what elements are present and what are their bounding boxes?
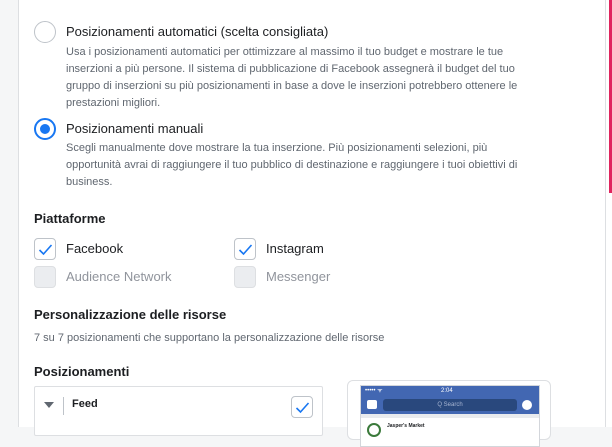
instagram-label[interactable]: Instagram	[266, 241, 324, 256]
facebook-label[interactable]: Facebook	[66, 241, 123, 256]
messenger-label[interactable]: Messenger	[266, 269, 330, 284]
radio-selected-dot	[40, 124, 50, 134]
messenger-checkbox[interactable]	[234, 266, 256, 288]
manual-placements-description: Scegli manualmente dove mostrare la tua …	[66, 142, 518, 188]
phone-status-bar: ••••• ᯤ 2:04	[361, 386, 539, 396]
asset-customization-title: Personalizzazione delle risorse	[34, 307, 227, 322]
checkmark-icon	[38, 244, 53, 256]
manual-placements-radio[interactable]	[34, 118, 56, 140]
facebook-app-bar: Q Search	[361, 396, 539, 414]
feed-label[interactable]: Feed	[72, 398, 98, 410]
automatic-placements-description: Usa i posizionamenti automatici per otti…	[66, 46, 518, 109]
feed-checkbox[interactable]	[291, 396, 313, 418]
page-avatar	[367, 423, 381, 437]
preview-post: Jasper's Market	[361, 418, 539, 446]
manual-placements-title[interactable]: Posizionamenti manuali	[66, 121, 203, 136]
feed-placement-group: Feed	[34, 386, 323, 436]
audience-network-checkbox[interactable]	[34, 266, 56, 288]
phone-time: 2:04	[441, 388, 453, 394]
preview-search-bar: Q Search	[383, 399, 517, 411]
preview-screen: ••••• ᯤ 2:04 Q Search Jasper's Market	[360, 385, 540, 447]
camera-icon	[367, 400, 377, 409]
positions-title: Posizionamenti	[34, 364, 130, 379]
preview-page-name: Jasper's Market	[387, 423, 425, 429]
asset-customization-subtitle: 7 su 7 posizionamenti che supportano la …	[34, 332, 385, 344]
platforms-title: Piattaforme	[34, 211, 106, 226]
automatic-placements-radio[interactable]	[34, 21, 56, 43]
caret-down-icon[interactable]	[44, 402, 54, 408]
ad-preview-phone: ••••• ᯤ 2:04 Q Search Jasper's Market	[347, 380, 551, 447]
signal-indicator: ••••• ᯤ	[365, 388, 383, 394]
automatic-placements-title[interactable]: Posizionamenti automatici (scelta consig…	[66, 24, 328, 39]
divider	[63, 397, 64, 415]
checkmark-icon	[238, 244, 253, 256]
checkmark-icon	[295, 402, 310, 414]
facebook-checkbox[interactable]	[34, 238, 56, 260]
audience-network-label[interactable]: Audience Network	[66, 269, 172, 284]
instagram-checkbox[interactable]	[234, 238, 256, 260]
messenger-icon	[522, 400, 532, 410]
